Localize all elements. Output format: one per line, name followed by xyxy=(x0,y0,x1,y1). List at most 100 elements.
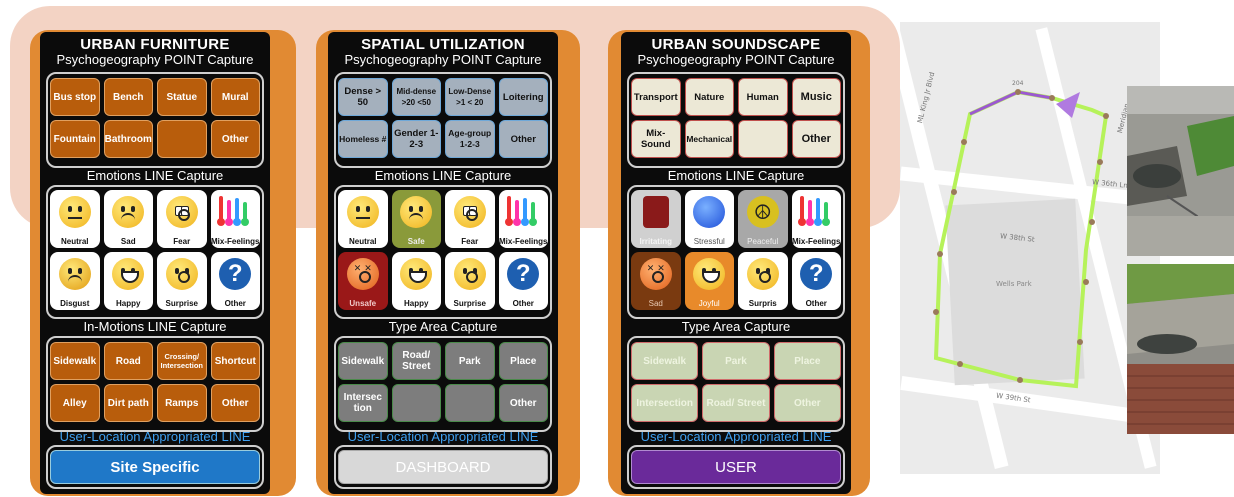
bench-button[interactable]: Bench xyxy=(103,78,153,116)
inmotion-other-button[interactable]: Other xyxy=(210,384,260,422)
unsafe-face-icon: ✕ ✕ xyxy=(346,258,379,290)
emotion-surprise-button[interactable]: Surprise xyxy=(445,252,495,310)
peace-icon: ☮ xyxy=(746,196,779,228)
emotion-fear-button[interactable]: Fear xyxy=(445,190,495,248)
mechanical-button[interactable]: Mechanical xyxy=(684,120,734,158)
emotion-mix-feelings-button[interactable]: Mix-Feelings xyxy=(210,190,260,248)
emotion-peaceful-button[interactable]: ☮ Peaceful xyxy=(738,190,788,248)
area-sidewalk-button[interactable]: Sidewalk xyxy=(338,342,388,380)
area-place-button[interactable]: Place xyxy=(498,342,548,380)
area-park-button[interactable]: Park xyxy=(445,342,495,380)
emotion-stressful-button[interactable]: Stressful xyxy=(684,190,734,248)
road-button[interactable]: Road xyxy=(103,342,153,380)
area-intersection-button[interactable]: Intersection xyxy=(631,384,699,422)
page-title: URBAN SOUNDSCAPE xyxy=(651,36,821,53)
mix-sound-button[interactable]: Mix-Sound xyxy=(631,120,681,158)
shortcut-button[interactable]: Shortcut xyxy=(210,342,260,380)
user-location-heading: User-Location Appropriated LINE xyxy=(640,429,832,444)
crossing-button[interactable]: Crossing/ Intersection xyxy=(157,342,207,380)
user-button[interactable]: USER xyxy=(631,450,841,484)
spatial-other-button[interactable]: Other xyxy=(498,120,548,158)
human-button[interactable]: Human xyxy=(738,78,788,116)
area-sidewalk-button[interactable]: Sidewalk xyxy=(631,342,699,380)
emotion-unsafe-button[interactable]: ✕ ✕ Unsafe xyxy=(338,252,388,310)
safe-face-icon xyxy=(400,196,433,228)
emotion-sad-button[interactable]: ✕ ✕ Sad xyxy=(631,252,681,310)
sound-point-grid: Transport Nature Human Music Mix-Sound M… xyxy=(631,78,841,158)
disgust-face-icon xyxy=(58,258,91,290)
homeless-button[interactable]: Homeless # xyxy=(338,120,388,158)
gender-button[interactable]: Gender 1-2-3 xyxy=(391,120,441,158)
emotion-other-button[interactable]: ? Other xyxy=(791,252,841,310)
area-intersection-button[interactable]: Intersec tion xyxy=(338,384,388,422)
alley-button[interactable]: Alley xyxy=(50,384,100,422)
age-group-button[interactable]: Age-group 1-2-3 xyxy=(445,120,495,158)
low-dense-button[interactable]: Low-Dense >1 < 20 xyxy=(445,78,495,116)
spatial-point-grid: Dense > 50 Mid-dense >20 <50 Low-Dense >… xyxy=(338,78,548,158)
phone-urban-soundscape: URBAN SOUNDSCAPE Psychogeography POINT C… xyxy=(621,32,851,494)
emotions-grid: Neutral Safe Fear Mix-Feelings ✕ ✕ Unsafe … xyxy=(338,190,548,310)
inmotion-grid: Sidewalk Road Crossing/ Intersection Sho… xyxy=(50,342,260,422)
area-empty-button-1[interactable] xyxy=(391,384,441,422)
emotion-joyful-button[interactable]: Joyful xyxy=(684,252,734,310)
emotion-neutral-button[interactable]: Neutral xyxy=(50,190,100,248)
dashboard-button[interactable]: DASHBOARD xyxy=(338,450,548,484)
bathroom-button[interactable]: Bathroom xyxy=(103,120,153,158)
emotions-heading: Emotions LINE Capture xyxy=(374,168,512,183)
sidewalk-button[interactable]: Sidewalk xyxy=(50,342,100,380)
empty-button[interactable] xyxy=(738,120,788,158)
bus-stop-button[interactable]: Bus stop xyxy=(50,78,100,116)
emotion-irritating-button[interactable]: Irritating xyxy=(631,190,681,248)
area-grid: Sidewalk Road/ Street Park Place Interse… xyxy=(338,342,548,422)
emotion-mix-feelings-button[interactable]: Mix-Feelings xyxy=(498,190,548,248)
emotion-sad-button[interactable]: Sad xyxy=(103,190,153,248)
furniture-point-grid: Bus stop Bench Statue Mural Fountain Bat… xyxy=(50,78,260,158)
fear-face-icon xyxy=(165,196,198,228)
dense-button[interactable]: Dense > 50 xyxy=(338,78,388,116)
sound-other-button[interactable]: Other xyxy=(791,120,841,158)
route-map[interactable]: ML King Jr Blvd W 38th St W 39th St Well… xyxy=(900,22,1160,474)
area-empty-button-2[interactable] xyxy=(445,384,495,422)
ramps-button[interactable]: Ramps xyxy=(157,384,207,422)
sad-face-icon: ✕ ✕ xyxy=(639,258,672,290)
area-park-button[interactable]: Park xyxy=(702,342,770,380)
music-button[interactable]: Music xyxy=(791,78,841,116)
area-other-button[interactable]: Other xyxy=(498,384,548,422)
emotion-happy-button[interactable]: Happy xyxy=(103,252,153,310)
mural-button[interactable]: Mural xyxy=(210,78,260,116)
nature-button[interactable]: Nature xyxy=(684,78,734,116)
area-other-button[interactable]: Other xyxy=(773,384,841,422)
fear-face-icon xyxy=(453,196,486,228)
emotion-other-button[interactable]: ? Other xyxy=(498,252,548,310)
user-location-heading: User-Location Appropriated LINE xyxy=(59,429,251,444)
empty-button[interactable] xyxy=(157,120,207,158)
sidewalk-photo-2 xyxy=(1127,264,1234,434)
emotion-surprise-button[interactable]: Surpris xyxy=(738,252,788,310)
site-specific-button[interactable]: Site Specific xyxy=(50,450,260,484)
area-road-street-button[interactable]: Road/ Street xyxy=(702,384,770,422)
emotion-disgust-button[interactable]: Disgust xyxy=(50,252,100,310)
emotion-mix-feelings-button[interactable]: Mix-Feelings xyxy=(791,190,841,248)
emotion-happy-button[interactable]: Happy xyxy=(391,252,441,310)
area-place-button[interactable]: Place xyxy=(773,342,841,380)
statue-button[interactable]: Statue xyxy=(157,78,207,116)
other-button[interactable]: Other xyxy=(210,120,260,158)
area-heading: Type Area Capture xyxy=(681,319,791,334)
page-title: URBAN FURNITURE xyxy=(80,36,230,53)
emotion-safe-button[interactable]: Safe xyxy=(391,190,441,248)
dirt-path-button[interactable]: Dirt path xyxy=(103,384,153,422)
emotion-neutral-button[interactable]: Neutral xyxy=(338,190,388,248)
emotion-other-button[interactable]: ? Other xyxy=(210,252,260,310)
question-icon: ? xyxy=(219,258,252,290)
mid-dense-button[interactable]: Mid-dense >20 <50 xyxy=(391,78,441,116)
fountain-button[interactable]: Fountain xyxy=(50,120,100,158)
page-title: SPATIAL UTILIZATION xyxy=(361,36,525,53)
area-road-street-button[interactable]: Road/ Street xyxy=(391,342,441,380)
neutral-face-icon xyxy=(58,196,91,228)
page-subtitle: Psychogeography POINT Capture xyxy=(344,52,542,67)
emotions-heading: Emotions LINE Capture xyxy=(667,168,805,183)
emotion-surprise-button[interactable]: Surprise xyxy=(157,252,207,310)
transport-button[interactable]: Transport xyxy=(631,78,681,116)
emotion-fear-button[interactable]: Fear xyxy=(157,190,207,248)
loitering-button[interactable]: Loitering xyxy=(498,78,548,116)
